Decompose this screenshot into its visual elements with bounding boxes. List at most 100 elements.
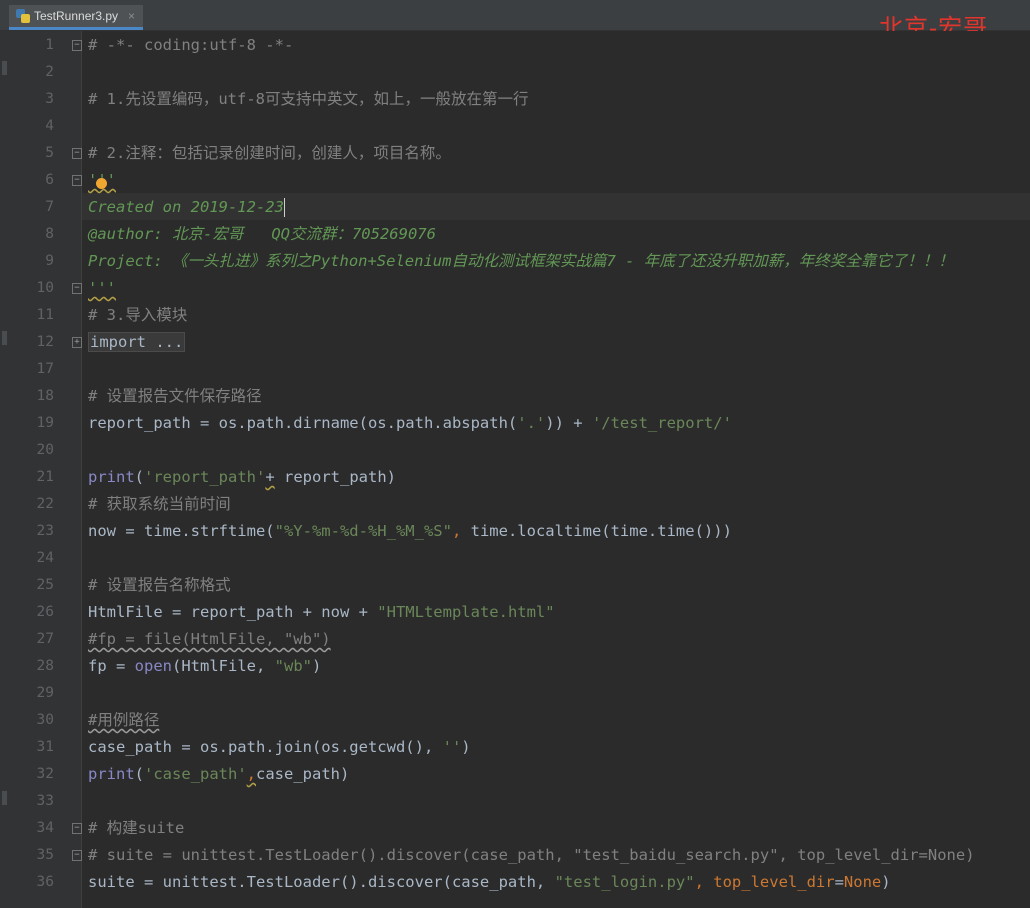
editor-tab-bar: TestRunner3.py × — [0, 0, 1030, 31]
code-token: # -*- coding:utf-8 -*- — [88, 36, 294, 54]
line-number: 29 — [36, 685, 54, 701]
line-number: 22 — [36, 496, 54, 512]
code-token: '' — [442, 738, 462, 756]
code-token: '.' — [517, 414, 546, 432]
code-token: report_path = os.path.dirname(os.path.ab… — [88, 414, 518, 432]
collapse-fold-icon[interactable]: − — [72, 40, 82, 51]
close-tab-icon[interactable]: × — [128, 9, 135, 23]
code-token: (HtmlFile, — [172, 657, 275, 675]
code-token: # 3.导入模块 — [88, 306, 188, 324]
code-line[interactable]: # 构建suite — [88, 815, 184, 842]
code-line[interactable]: report_path = os.path.dirname(os.path.ab… — [88, 410, 732, 437]
line-number: 7 — [45, 199, 54, 215]
code-line[interactable]: case_path = os.path.join(os.getcwd(), ''… — [88, 734, 471, 761]
code-line[interactable]: import ... — [88, 329, 186, 356]
code-line[interactable]: # -*- coding:utf-8 -*- — [88, 32, 293, 59]
code-line[interactable]: @author: 北京-宏哥 QQ交流群：705269076 — [88, 221, 436, 248]
code-line[interactable]: fp = open(HtmlFile, "wb") — [88, 653, 321, 680]
code-line[interactable]: now = time.strftime("%Y-%m-%d-%H_%M_%S",… — [88, 518, 732, 545]
line-number: 1 — [45, 37, 54, 53]
code-line[interactable]: suite = unittest.TestLoader().discover(c… — [88, 869, 891, 896]
line-number: 10 — [36, 280, 54, 296]
code-line[interactable]: # suite = unittest.TestLoader().discover… — [88, 842, 975, 869]
code-line[interactable]: # 获取系统当前时间 — [88, 491, 231, 518]
line-number: 20 — [36, 442, 54, 458]
code-line[interactable]: # 设置报告名称格式 — [88, 572, 231, 599]
fold-end-icon[interactable]: − — [72, 148, 82, 159]
code-line[interactable]: # 3.导入模块 — [88, 302, 187, 329]
text-caret — [283, 198, 285, 217]
code-line[interactable]: #fp = file(HtmlFile, "wb") — [88, 626, 331, 653]
file-tab[interactable]: TestRunner3.py × — [9, 5, 143, 30]
line-number: 36 — [36, 874, 54, 890]
file-tab-label: TestRunner3.py — [34, 9, 119, 23]
line-number: 27 — [36, 631, 54, 647]
code-token: case_path) — [256, 765, 350, 783]
line-number: 33 — [36, 793, 54, 809]
collapse-fold-icon[interactable]: − — [72, 175, 82, 186]
code-token: , — [694, 873, 714, 891]
code-token: Project: 《一头扎进》系列之Python+Selenium自动化测试框架… — [88, 252, 954, 270]
line-number-gutter: 1 2 3 4 5 6 7 8 9 10 11 12 17 18 19 20 21 22 23 24 25 26 27 28 2… — [8, 31, 82, 908]
code-line[interactable]: # 1.先设置编码，utf-8可支持中英文，如上，一般放在第一行 — [88, 86, 529, 113]
line-number: 11 — [36, 307, 54, 323]
code-token: #fp = file(HtmlFile, "wb") — [88, 630, 331, 648]
code-token: ''' — [88, 279, 116, 297]
code-token: ) — [881, 873, 891, 891]
line-number: 28 — [36, 658, 54, 674]
code-token: # 构建suite — [88, 819, 185, 837]
line-number: 19 — [36, 415, 54, 431]
line-number: 21 — [36, 469, 54, 485]
fold-end-icon[interactable]: − — [72, 850, 82, 861]
code-editor[interactable]: 1 2 3 4 5 6 7 8 9 10 11 12 17 18 19 20 21 22 23 24 25 26 27 28 2… — [0, 31, 1030, 908]
code-line[interactable]: HtmlFile = report_path + now + "HTMLtemp… — [88, 599, 555, 626]
line-number: 35 — [36, 847, 54, 863]
code-token: # 设置报告名称格式 — [88, 576, 231, 594]
code-token: ( — [134, 765, 145, 783]
fold-end-icon[interactable]: − — [72, 283, 82, 294]
lightbulb-icon[interactable] — [96, 178, 107, 189]
code-token: # 获取系统当前时间 — [88, 495, 231, 513]
code-token: "%Y-%m-%d-%H_%M_%S" — [274, 522, 452, 540]
line-number: 26 — [36, 604, 54, 620]
code-token: suite = unittest.TestLoader().discover(c… — [88, 873, 555, 891]
code-line[interactable]: # 设置报告文件保存路径 — [88, 383, 262, 410]
line-number: 31 — [36, 739, 54, 755]
line-number: 23 — [36, 523, 54, 539]
code-line[interactable]: #用例路径 — [88, 707, 159, 734]
code-line[interactable]: print('report_path'+ report_path) — [88, 464, 396, 491]
code-token: # suite = unittest.TestLoader().discover… — [88, 846, 975, 864]
code-token: "test_login.py" — [554, 873, 695, 891]
folded-code-region[interactable]: import ... — [88, 332, 186, 352]
collapse-fold-icon[interactable]: − — [72, 823, 82, 834]
code-token: ( — [134, 468, 145, 486]
code-token: + — [265, 468, 275, 486]
code-token: # 1.先设置编码，utf-8可支持中英文，如上，一般放在第一行 — [88, 90, 529, 108]
code-token: = — [834, 873, 844, 891]
code-token: fp = — [88, 657, 135, 675]
code-token: @author: 北京-宏哥 QQ交流群：705269076 — [88, 225, 436, 243]
code-token: Created on 2019-12-23 — [88, 198, 284, 216]
code-token: , — [451, 522, 471, 540]
line-number: 5 — [45, 145, 54, 161]
code-line[interactable]: Project: 《一头扎进》系列之Python+Selenium自动化测试框架… — [88, 248, 954, 275]
code-line[interactable]: # 2.注释：包括记录创建时间，创建人，项目名称。 — [88, 140, 451, 167]
expand-fold-icon[interactable]: + — [72, 337, 82, 348]
code-token: ) — [461, 738, 471, 756]
line-number: 25 — [36, 577, 54, 593]
code-token: print — [88, 765, 135, 783]
line-number: 32 — [36, 766, 54, 782]
code-token: top_level_dir — [713, 873, 835, 891]
line-number: 8 — [45, 226, 54, 242]
code-token: )) + — [545, 414, 592, 432]
change-stripe — [0, 31, 8, 908]
code-token: 'report_path' — [144, 468, 266, 486]
code-token: now = time.strftime( — [88, 522, 275, 540]
line-number: 3 — [45, 91, 54, 107]
code-line[interactable]: ''' — [88, 275, 116, 302]
code-token: HtmlFile = report_path + now + — [88, 603, 378, 621]
code-line[interactable]: print('case_path',case_path) — [88, 761, 349, 788]
line-number: 4 — [45, 118, 54, 134]
code-token: time.localtime(time.time())) — [470, 522, 732, 540]
code-line[interactable]: Created on 2019-12-23 — [88, 194, 285, 221]
